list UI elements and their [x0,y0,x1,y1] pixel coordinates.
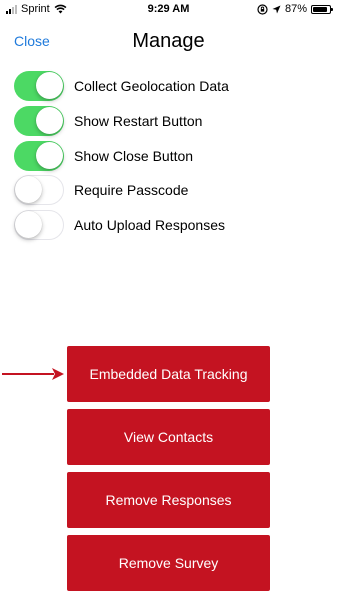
screen: Sprint 9:29 AM 87% Close Manage Collect … [0,0,337,600]
toggle-label: Show Restart Button [74,113,203,129]
status-bar-right: 87% [257,3,333,15]
battery-percent: 87% [284,3,307,15]
toggle-label: Collect Geolocation Data [74,78,229,94]
toggle-label: Show Close Button [74,148,194,164]
require-passcode-toggle[interactable] [14,175,64,205]
toggle-row-show-close: Show Close Button [14,140,193,172]
toggle-knob [15,176,42,203]
page-title: Manage [132,30,205,52]
show-restart-toggle[interactable] [14,106,64,136]
status-bar: Sprint 9:29 AM 87% [0,0,337,20]
battery-fill [313,6,327,12]
toggle-row-auto-upload: Auto Upload Responses [14,209,225,241]
toggle-label: Auto Upload Responses [74,217,225,233]
toggle-row-require-passcode: Require Passcode [14,174,188,206]
embedded-data-tracking-button[interactable]: Embedded Data Tracking [67,346,270,402]
remove-survey-button[interactable]: Remove Survey [67,535,270,591]
toggle-knob [36,142,63,169]
toggle-knob [15,211,42,238]
view-contacts-button[interactable]: View Contacts [67,409,270,465]
auto-upload-toggle[interactable] [14,210,64,240]
orientation-lock-icon [257,3,268,15]
toggle-row-show-restart: Show Restart Button [14,105,202,137]
collect-geolocation-toggle[interactable] [14,71,64,101]
toggle-row-collect-geolocation: Collect Geolocation Data [14,70,229,102]
arrow-pointer-icon [2,368,64,380]
location-arrow-icon [272,5,281,13]
show-close-toggle[interactable] [14,141,64,171]
toggle-label: Require Passcode [74,182,189,198]
toggle-knob [36,72,63,99]
battery-icon [311,4,333,14]
toggle-knob [36,107,63,134]
remove-responses-button[interactable]: Remove Responses [67,472,270,528]
